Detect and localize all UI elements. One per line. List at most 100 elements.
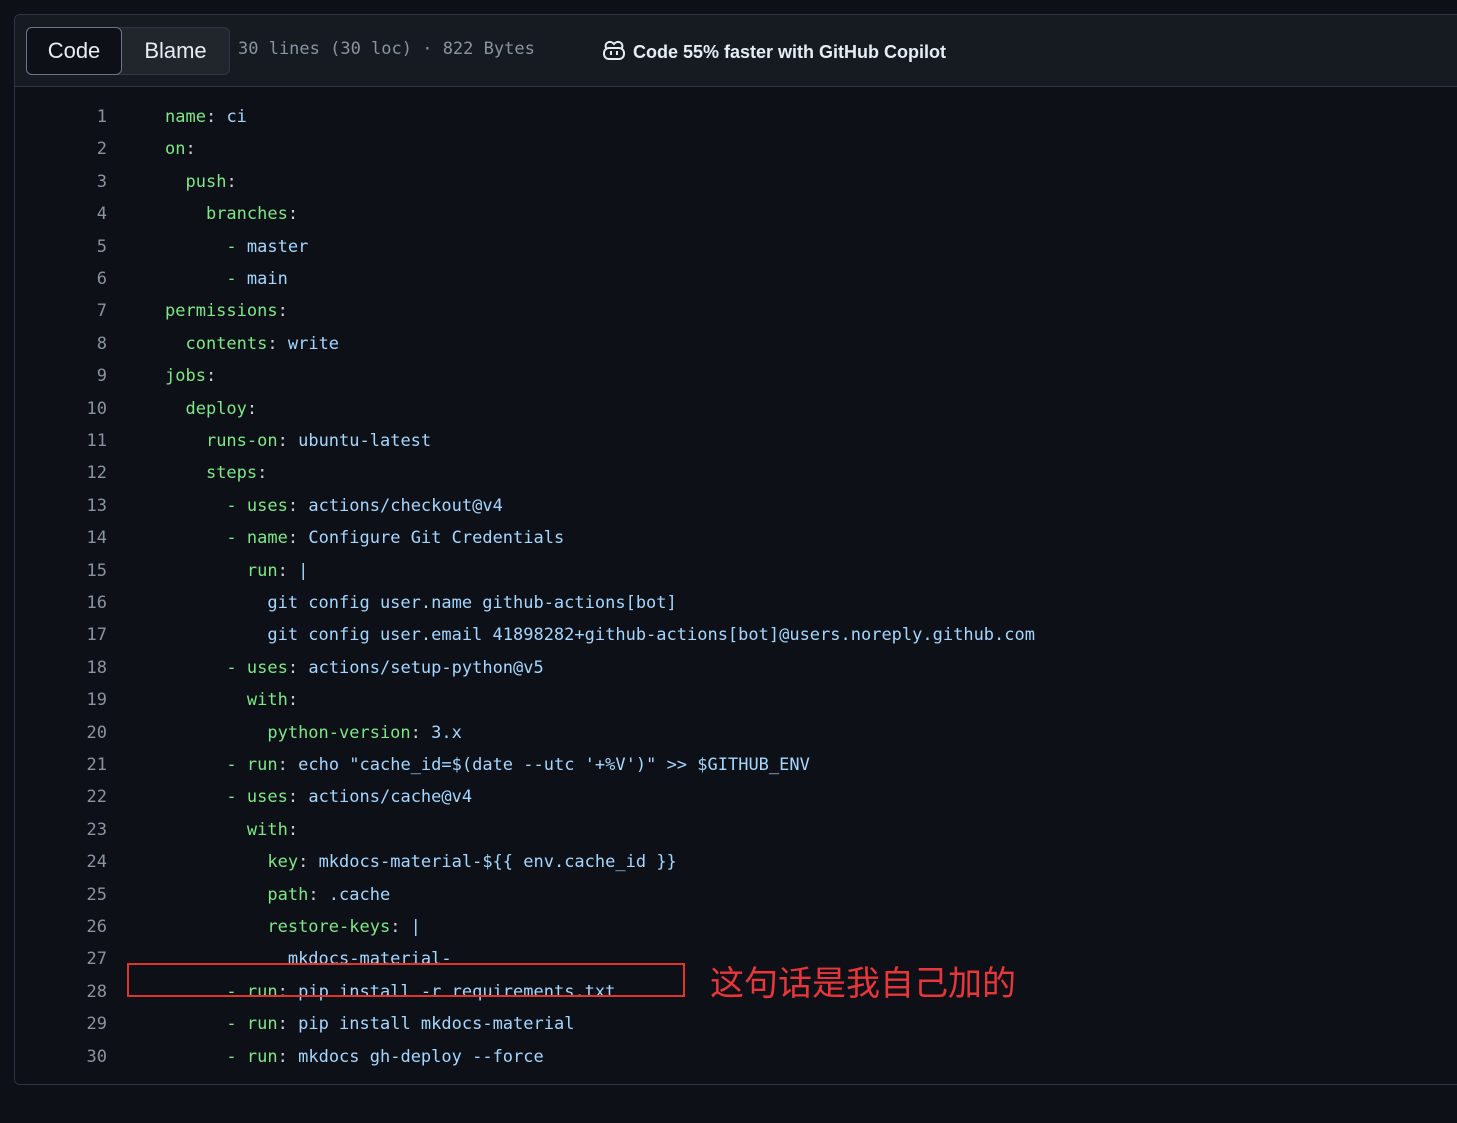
code-text: restore-keys: | (165, 911, 421, 943)
line-number[interactable]: 19 (15, 684, 107, 716)
yaml-key: run (246, 755, 278, 775)
code-text: - uses: actions/setup-python@v5 (165, 652, 544, 684)
code-text: - uses: actions/checkout@v4 (165, 490, 503, 522)
line-number[interactable]: 9 (15, 360, 107, 392)
line-number[interactable]: 21 (15, 749, 107, 781)
code-text: push: (165, 166, 236, 198)
yaml-key: with (246, 690, 288, 711)
line-number[interactable]: 15 (15, 555, 107, 587)
line-number[interactable]: 8 (15, 328, 107, 360)
yaml-key: deploy (185, 398, 247, 419)
line-number[interactable]: 11 (15, 425, 107, 457)
line-number[interactable]: 23 (15, 814, 107, 846)
line-number[interactable]: 10 (15, 393, 107, 425)
code-text: steps: (165, 457, 267, 489)
list-dash: - (226, 755, 247, 775)
blame-tab-button[interactable]: Blame (122, 28, 229, 74)
code-line: 11 runs-on: ubuntu-latest (15, 425, 1457, 457)
code-line: 26 restore-keys: | (15, 911, 1457, 943)
code-text: - uses: actions/cache@v4 (165, 781, 472, 813)
colon: : (246, 398, 258, 419)
yaml-value: .cache (328, 884, 391, 905)
code-area: 1 name: ci 2 on: 3 push: 4 branches: 5 - maste… (15, 87, 1457, 1084)
yaml-key: path (267, 884, 309, 905)
line-number[interactable]: 17 (15, 619, 107, 651)
colon: : (205, 366, 217, 387)
line-number[interactable]: 24 (15, 846, 107, 878)
yaml-value: git config user.email 41898282+github-ac… (267, 625, 1035, 646)
line-number[interactable]: 30 (15, 1041, 107, 1073)
code-text: on: (165, 133, 196, 165)
copilot-promo-link[interactable]: Code 55% faster with GitHub Copilot (601, 39, 946, 66)
yaml-key: branches (205, 204, 288, 225)
line-number[interactable]: 28 (15, 976, 107, 1008)
colon: : (410, 722, 432, 743)
yaml-key: push (185, 171, 227, 192)
list-dash: - (226, 236, 247, 257)
line-number[interactable]: 4 (15, 198, 107, 230)
colon: : (277, 1014, 299, 1035)
code-text: name: ci (165, 101, 247, 133)
code-line: 30 - run: mkdocs gh-deploy --force (15, 1041, 1457, 1073)
line-number[interactable]: 22 (15, 781, 107, 813)
line-number[interactable]: 25 (15, 879, 107, 911)
code-text: permissions: (165, 295, 288, 327)
line-number[interactable]: 12 (15, 457, 107, 489)
yaml-value: git config user.name github-actions[bot] (267, 593, 677, 613)
line-number[interactable]: 26 (15, 911, 107, 943)
code-text: - run: pip install mkdocs-material (165, 1008, 574, 1040)
yaml-value: Configure Git Credentials (308, 528, 565, 549)
yaml-value: pip install mkdocs-material (298, 1014, 575, 1035)
colon: : (277, 560, 299, 581)
yaml-value: echo "cache_id=$(date --utc '+%V')" >> $… (298, 755, 810, 775)
line-number[interactable]: 7 (15, 295, 107, 327)
line-number[interactable]: 18 (15, 652, 107, 684)
yaml-key: with (246, 819, 288, 840)
code-line: 19 with: (15, 684, 1457, 716)
yaml-value: actions/setup-python@v5 (308, 657, 544, 678)
colon: : (287, 819, 299, 840)
code-text: deploy: (165, 393, 257, 425)
line-number[interactable]: 27 (15, 943, 107, 975)
yaml-key: runs-on (205, 431, 278, 451)
yaml-value: ubuntu-latest (298, 431, 432, 451)
code-line: 5 - master (15, 231, 1457, 263)
code-text: run: | (165, 555, 308, 587)
list-dash: - (226, 495, 247, 516)
line-number[interactable]: 3 (15, 166, 107, 198)
code-text: branches: (165, 198, 298, 230)
line-number[interactable]: 6 (15, 263, 107, 295)
line-number[interactable]: 29 (15, 1008, 107, 1040)
code-line: 10 deploy: (15, 393, 1457, 425)
line-number[interactable]: 5 (15, 231, 107, 263)
line-number[interactable]: 13 (15, 490, 107, 522)
code-line: 13 - uses: actions/checkout@v4 (15, 490, 1457, 522)
colon: : (287, 495, 309, 516)
line-number[interactable]: 1 (15, 101, 107, 133)
code-line: 22 - uses: actions/cache@v4 (15, 781, 1457, 813)
code-line: 21 - run: echo "cache_id=$(date --utc '+… (15, 749, 1457, 781)
list-dash: - (226, 657, 247, 678)
list-dash: - (226, 528, 247, 549)
line-number[interactable]: 14 (15, 522, 107, 554)
yaml-value: actions/checkout@v4 (308, 495, 503, 516)
line-number[interactable]: 20 (15, 717, 107, 749)
line-number[interactable]: 16 (15, 587, 107, 619)
line-number[interactable]: 2 (15, 133, 107, 165)
colon: : (277, 431, 299, 451)
code-tab-button[interactable]: Code (26, 27, 122, 75)
code-text: - name: Configure Git Credentials (165, 522, 564, 554)
view-mode-toggle: Code Blame (26, 27, 230, 75)
